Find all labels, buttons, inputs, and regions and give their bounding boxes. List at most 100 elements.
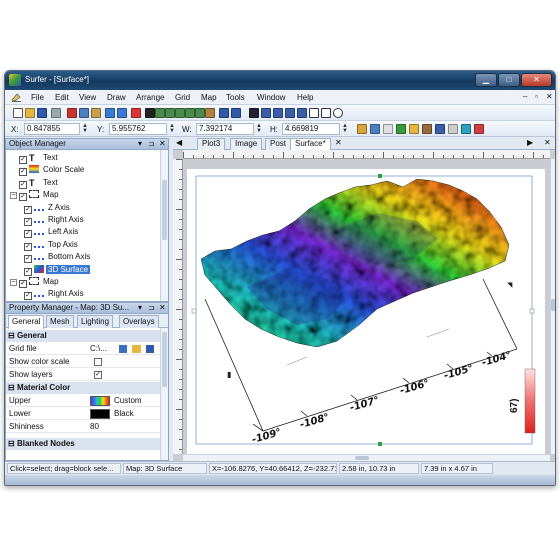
property-manager-scrollbar[interactable]	[160, 328, 168, 460]
vertical-scrollbar[interactable]	[550, 159, 555, 454]
visibility-checkbox[interactable]: ✓	[24, 255, 32, 264]
selection-handle[interactable]	[378, 442, 382, 446]
vertical-scroll-thumb[interactable]	[551, 299, 555, 311]
wireframe-icon[interactable]	[448, 124, 458, 134]
menu-view[interactable]: View	[79, 93, 96, 102]
object-manager-scrollbar[interactable]	[160, 150, 168, 301]
mdi-restore-button[interactable]: ▫	[535, 92, 538, 101]
plot-page[interactable]: -109° -108° -107° -106° -105° -104° ▮ ◥ 67)	[187, 169, 545, 459]
selection-handle[interactable]	[191, 308, 197, 314]
tab-general[interactable]: General	[8, 315, 45, 329]
spline-icon[interactable]	[285, 108, 295, 118]
lower-value[interactable]: Black	[114, 408, 134, 420]
width-field[interactable]: 7.392174	[196, 123, 254, 135]
menu-grid[interactable]: Grid	[175, 93, 190, 102]
image-map-icon[interactable]	[409, 124, 419, 134]
grid-info-icon[interactable]	[119, 345, 127, 353]
visibility-checkbox[interactable]: ✓	[24, 230, 32, 239]
tree-item[interactable]: ✓ Color Scale	[10, 164, 86, 177]
mdi-close-button[interactable]: ✕	[546, 92, 553, 101]
property-manager-close-icon[interactable]: ✕	[159, 303, 166, 313]
height-spinner[interactable]: ▲ ▼	[342, 123, 348, 134]
document-menu-icon[interactable]	[11, 92, 22, 102]
horizontal-scrollbar[interactable]	[183, 454, 550, 461]
section-blanked-nodes[interactable]: ⊟ Blanked Nodes	[6, 438, 162, 450]
upper-value[interactable]: Custom	[114, 395, 142, 407]
upper-color-row[interactable]: Upper Custom	[6, 395, 162, 407]
surface-plot[interactable]: -109° -108° -107° -106° -105° -104° ▮ ◥ 67)	[187, 169, 545, 459]
post-icon[interactable]	[396, 124, 406, 134]
show-layers-checkbox[interactable]: ✓	[94, 371, 102, 379]
tree-expander-icon[interactable]: −	[10, 279, 17, 286]
map-tools-icon[interactable]	[357, 124, 367, 134]
polyline-icon[interactable]	[273, 108, 283, 118]
show-layers-row[interactable]: Show layers ✓	[6, 369, 162, 381]
y-coordinate-field[interactable]: 5.955762	[109, 123, 167, 135]
object-manager-close-icon[interactable]: ✕	[159, 139, 166, 149]
minimize-button[interactable]: ▁	[475, 73, 497, 87]
shininess-row[interactable]: Shininess 80	[6, 421, 162, 433]
tab-lighting[interactable]: Lighting	[77, 315, 114, 328]
tree-item[interactable]: ✓ T Text	[10, 177, 60, 189]
title-bar[interactable]: Surfer - [Surface*] ▁ □ ✕	[5, 71, 555, 90]
undo-icon[interactable]	[105, 108, 115, 118]
object-manager-scroll-thumb[interactable]	[162, 180, 167, 240]
tab-image[interactable]: Image	[230, 138, 263, 150]
menu-tools[interactable]: Tools	[226, 93, 245, 102]
rotate-icon[interactable]	[219, 108, 229, 118]
maximize-button[interactable]: □	[498, 73, 520, 87]
vector-icon[interactable]	[435, 124, 445, 134]
menu-help[interactable]: Help	[297, 93, 313, 102]
visibility-checkbox[interactable]: ✓	[19, 168, 27, 177]
show-color-scale-checkbox[interactable]	[94, 358, 102, 366]
tree-item[interactable]: ✓ Right Axis	[24, 214, 86, 226]
tree-item[interactable]: ✓ Left Axis	[24, 226, 80, 239]
x-coordinate-field[interactable]: 0.847855	[24, 123, 80, 135]
color-scale-icon[interactable]	[474, 124, 484, 134]
3d-surface[interactable]	[200, 178, 510, 348]
section-general[interactable]: ⊟ General	[6, 330, 162, 342]
section-toggle-icon[interactable]: ⊟	[8, 383, 17, 392]
tree-item[interactable]: ✓ Right Axis	[24, 288, 86, 301]
width-spinner[interactable]: ▲ ▼	[256, 123, 262, 134]
tab-plot3[interactable]: Plot3	[197, 138, 226, 150]
paste-icon[interactable]	[91, 108, 101, 118]
text-tool-icon[interactable]	[249, 108, 259, 118]
redo-icon[interactable]	[117, 108, 127, 118]
tree-item[interactable]: ✓ T Text	[10, 152, 60, 164]
visibility-checkbox[interactable]: ✓	[24, 218, 32, 226]
color-scale-bar[interactable]	[524, 368, 536, 434]
copy-icon[interactable]	[79, 108, 89, 118]
shininess-value[interactable]: 80	[90, 421, 99, 433]
section-toggle-icon[interactable]: ⊟	[8, 331, 17, 340]
object-manager-pin-icon[interactable]: ⊐	[148, 139, 155, 149]
property-manager-menu-icon[interactable]: ▾	[138, 303, 142, 313]
visibility-checkbox[interactable]: ✓	[19, 193, 27, 202]
menu-draw[interactable]: Draw	[107, 93, 126, 102]
open-folder-icon[interactable]	[25, 108, 35, 118]
menu-edit[interactable]: Edit	[55, 93, 69, 102]
close-document-icon[interactable]: ✕	[544, 138, 551, 147]
selection-handle[interactable]	[529, 308, 535, 314]
tilt-icon[interactable]	[231, 108, 241, 118]
selection-handle[interactable]	[378, 174, 382, 178]
zoom-in-icon[interactable]	[155, 108, 165, 118]
tree-item[interactable]: ✓ Bottom Axis	[24, 251, 92, 264]
rounded-rectangle-icon[interactable]	[321, 108, 331, 118]
cut-icon[interactable]	[67, 108, 77, 118]
save-disk-icon[interactable]	[146, 345, 154, 353]
vertical-ruler[interactable]	[173, 159, 183, 454]
open-folder-icon[interactable]	[132, 345, 141, 353]
zoom-select-icon[interactable]	[195, 108, 205, 118]
zoom-out-icon[interactable]	[165, 108, 175, 118]
horizontal-ruler[interactable]	[183, 150, 550, 159]
tab-overlays[interactable]: Overlays	[119, 315, 159, 328]
property-manager-scroll-thumb[interactable]	[162, 332, 167, 387]
height-field[interactable]: 4.669819	[282, 123, 340, 135]
x-spinner[interactable]: ▲ ▼	[82, 123, 88, 134]
grid-file-row[interactable]: Grid file C:\...	[6, 343, 162, 355]
close-window-button[interactable]: ✕	[521, 73, 552, 87]
polygon-icon[interactable]	[261, 108, 271, 118]
tree-item[interactable]: ✓ Top Axis	[24, 239, 80, 251]
ellipse-icon[interactable]	[333, 108, 343, 118]
